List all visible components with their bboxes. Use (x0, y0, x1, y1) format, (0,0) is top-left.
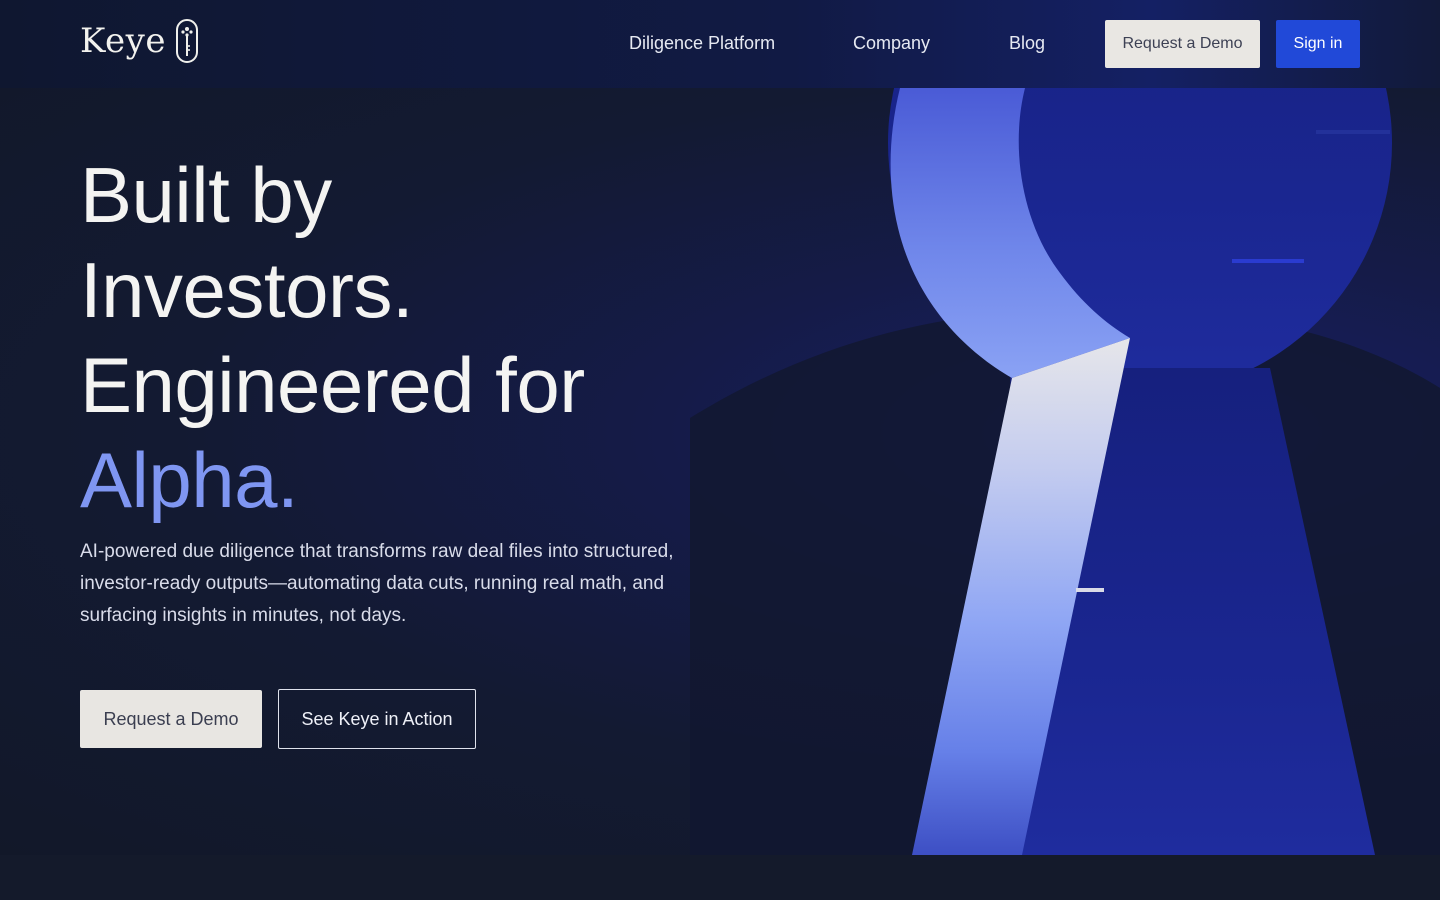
logo-wordmark: Keye (80, 21, 166, 61)
headline-line-2: Investors. (80, 246, 414, 334)
header-request-demo-button[interactable]: Request a Demo (1105, 20, 1260, 68)
headline-line-1: Built by (80, 151, 332, 239)
page-bottom-band (0, 855, 1440, 900)
sign-in-button[interactable]: Sign in (1276, 20, 1360, 68)
site-header: Keye Diligence Platform Company Blog Req… (0, 0, 1440, 88)
nav-blog[interactable]: Blog (1009, 33, 1045, 54)
headline-line-3: Engineered for (80, 341, 585, 429)
key-icon (175, 19, 198, 63)
nav-company[interactable]: Company (853, 33, 930, 54)
headline-accent: Alpha. (80, 436, 299, 524)
hero-description: AI-powered due diligence that transforms… (80, 541, 674, 626)
see-keye-in-action-button[interactable]: See Keye in Action (278, 689, 476, 749)
logo[interactable]: Keye (80, 18, 200, 64)
hero-headline: Built by Investors. Engineered for Alpha… (80, 148, 720, 528)
nav-diligence-platform[interactable]: Diligence Platform (629, 33, 775, 54)
hero-section: Built by Investors. Engineered for Alpha… (0, 88, 1440, 855)
hero-request-demo-button[interactable]: Request a Demo (80, 690, 262, 748)
